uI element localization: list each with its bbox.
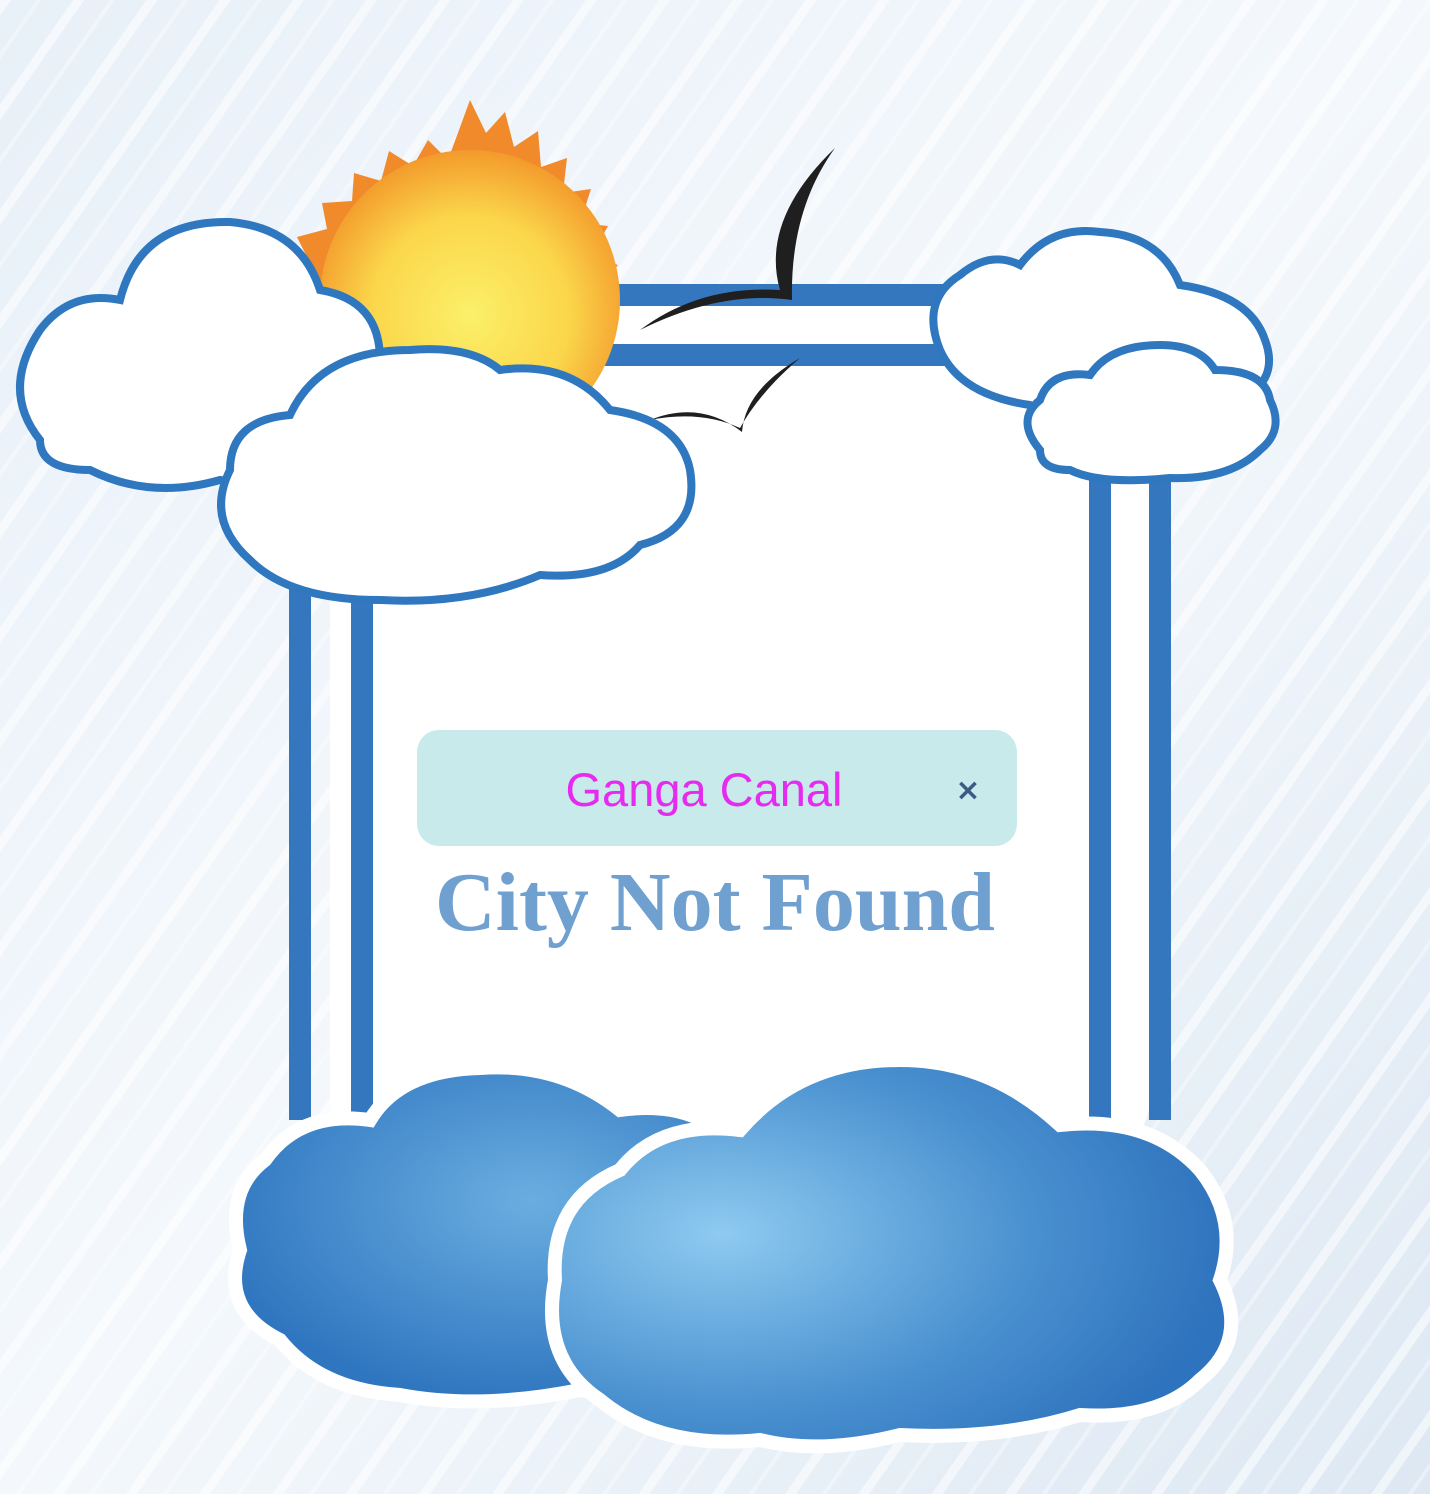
- city-search-box: [417, 730, 1017, 846]
- clear-button[interactable]: ×: [930, 760, 1006, 820]
- close-icon: ×: [955, 772, 981, 808]
- error-message: City Not Found: [434, 856, 996, 949]
- city-search-input[interactable]: [447, 748, 961, 830]
